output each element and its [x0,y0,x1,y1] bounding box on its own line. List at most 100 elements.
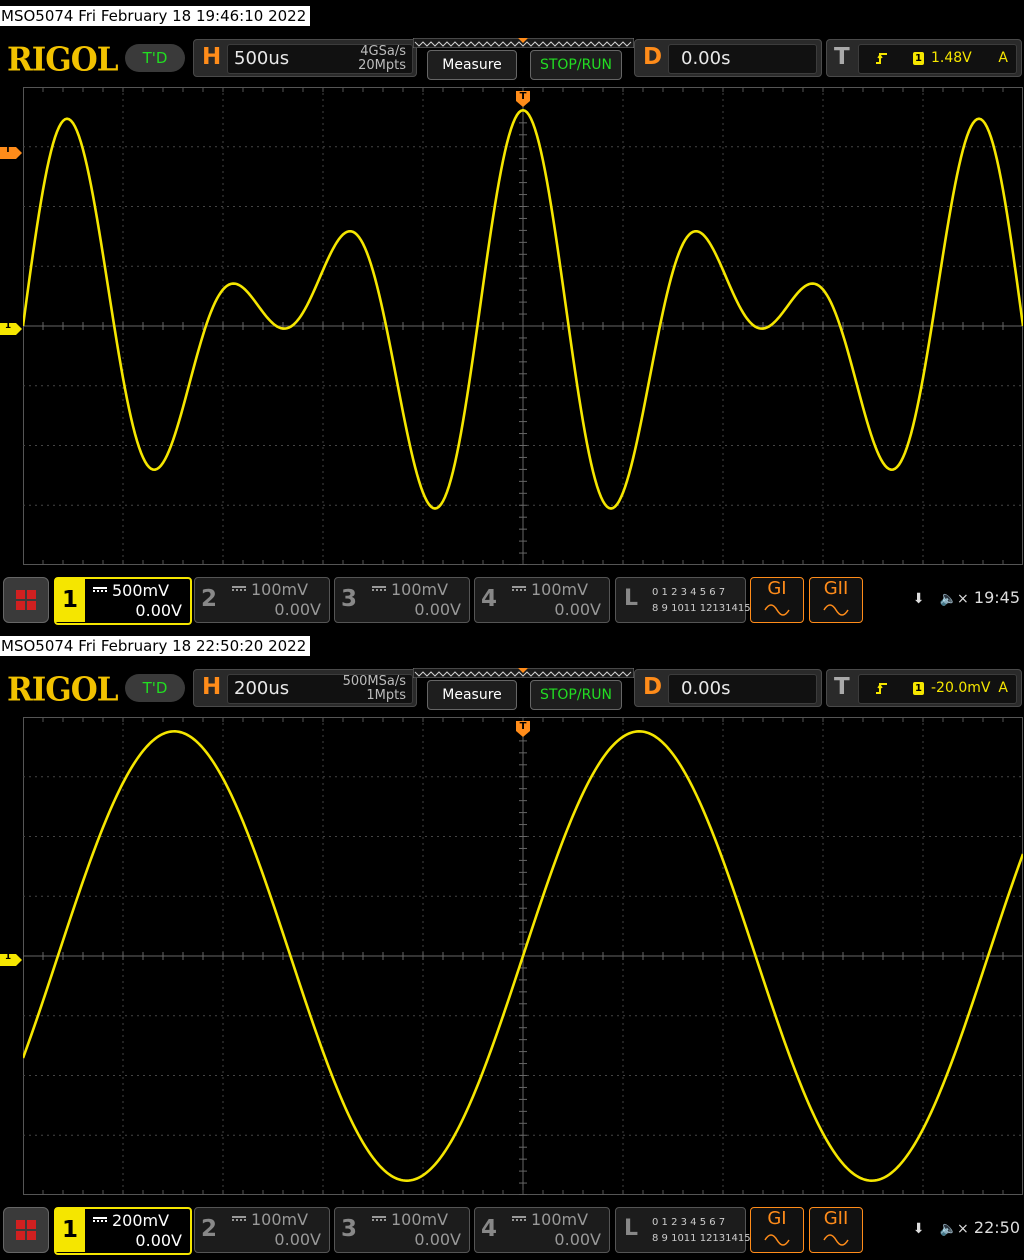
generator-2-label: GII [823,578,849,599]
channel-offset: 0.00V [135,601,182,620]
logic-letter: L [624,1216,639,1241]
memory-depth: 20Mpts [358,58,406,73]
trigger-level: 1.48V [931,50,972,66]
dc-coupling-icon [372,1216,386,1221]
channel-scale: 100mV [251,1210,309,1229]
channel-number: 3 [341,586,358,612]
app-menu-button[interactable] [3,1207,49,1253]
sine-wave-icon [823,1234,849,1246]
rigol-logo: RIGOL [7,41,119,79]
trigger-time-marker[interactable]: T [515,90,531,108]
logic-channels-row-2: 8 9 1011 12131415 [652,1233,751,1244]
horizontal-panel[interactable]: H 500us 4GSa/s 20Mpts [193,39,417,77]
logic-analyzer-panel[interactable]: L 0 1 2 3 4 5 6 7 8 9 1011 12131415 [615,1207,751,1253]
trigger-position-ruler [413,38,634,48]
generator-2-button[interactable]: GII [809,1207,863,1253]
status-area: ⬇ 🔈× 22:50 [913,1218,1020,1237]
trigger-position-ruler [413,668,634,678]
delay-display: 0.00s [668,674,817,704]
trigger-mode: A [998,680,1008,696]
channel-number: 4 [481,586,498,612]
trigger-level-marker[interactable]: T [0,144,22,159]
channel-offset: 0.00V [274,1230,321,1249]
stop-run-button[interactable]: STOP/RUN [530,50,622,80]
trigger-panel[interactable]: T 1 1.48V A [826,39,1022,77]
horizontal-display: 500us 4GSa/s 20Mpts [227,44,413,74]
speaker-muted-icon[interactable]: 🔈× [940,1221,969,1237]
app-menu-button[interactable] [3,577,49,623]
dc-coupling-icon [232,1216,246,1221]
channel-scale: 100mV [391,580,449,599]
channel-2-panel[interactable]: 2 100mV 0.00V [194,1207,330,1253]
channel-1-panel[interactable]: 1 200mV 0.00V [54,1207,192,1255]
logic-channels-row-1: 0 1 2 3 4 5 6 7 [652,587,726,598]
channel-offset: 0.00V [135,1231,182,1250]
channel-1-offset-marker[interactable]: 1 [0,951,22,966]
measure-button[interactable]: Measure [427,680,517,710]
channel-1-panel[interactable]: 1 500mV 0.00V [54,577,192,625]
channel-number: 1 [55,1208,85,1252]
trigger-source-badge: 1 [913,52,924,65]
mode-td-button[interactable]: T'D [125,44,185,72]
delay-value: 0.00s [681,678,731,699]
waveform-plot[interactable] [23,717,1023,1195]
scope-screen-1: MSO5074 Fri February 18 19:46:10 2022 RI… [0,0,1024,630]
trigger-time-marker[interactable]: T [515,720,531,738]
delay-panel[interactable]: D 0.00s [634,39,822,77]
channel-3-panel[interactable]: 3 100mV 0.00V [334,577,470,623]
channel-number: 1 [55,578,85,622]
channel-4-panel[interactable]: 4 100mV 0.00V [474,1207,610,1253]
generator-2-button[interactable]: GII [809,577,863,623]
channel-1-offset-marker-label: 1 [4,321,12,331]
bottom-bar: 1 200mV 0.00V 2 100mV 0.00V 3 100mV 0.00V 4 100mV 0… [0,1204,1024,1255]
sine-wave-icon [764,604,790,616]
channel-offset: 0.00V [414,600,461,619]
top-toolbar: RIGOL T'D H 500us 4GSa/s 20Mpts Measure … [0,36,1024,82]
trigger-panel[interactable]: T 1 -20.0mV A [826,669,1022,707]
speaker-muted-icon[interactable]: 🔈× [940,591,969,607]
usb-icon: ⬇ [912,1221,925,1237]
bottom-bar: 1 500mV 0.00V 2 100mV 0.00V 3 100mV 0.00V 4 100mV 0… [0,574,1024,625]
channel-4-panel[interactable]: 4 100mV 0.00V [474,577,610,623]
delay-value: 0.00s [681,48,731,69]
channel-2-panel[interactable]: 2 100mV 0.00V [194,577,330,623]
dc-coupling-icon [512,1216,526,1221]
screenshot-caption: MSO5074 Fri February 18 22:50:20 2022 [0,636,311,656]
trigger-letter: T [834,674,850,700]
channel-scale: 100mV [391,1210,449,1229]
channel-1-offset-marker[interactable]: 1 [0,320,22,335]
logic-analyzer-panel[interactable]: L 0 1 2 3 4 5 6 7 8 9 1011 12131415 [615,577,751,623]
channel-offset: 0.00V [554,1230,601,1249]
rigol-logo: RIGOL [7,671,119,709]
horizontal-letter: H [202,674,222,700]
channel-1-offset-marker-label: 1 [4,952,12,962]
generator-1-button[interactable]: GI [750,1207,804,1253]
generator-1-label: GI [767,578,787,599]
waveform-plot[interactable] [23,87,1023,565]
trigger-level: -20.0mV [931,680,991,696]
delay-panel[interactable]: D 0.00s [634,669,822,707]
channel-number: 2 [201,586,218,612]
generator-1-button[interactable]: GI [750,577,804,623]
dc-coupling-icon [232,586,246,591]
logic-channels-row-1: 0 1 2 3 4 5 6 7 [652,1217,726,1228]
timebase-value: 200us [234,678,290,699]
memory-depth: 1Mpts [366,688,406,703]
channel-number: 4 [481,1216,498,1242]
channel-3-panel[interactable]: 3 100mV 0.00V [334,1207,470,1253]
top-toolbar: RIGOL T'D H 200us 500MSa/s 1Mpts Measure… [0,666,1024,712]
channel-offset: 0.00V [554,600,601,619]
logic-letter: L [624,586,639,611]
channel-number: 2 [201,1216,218,1242]
rising-edge-icon [876,683,887,694]
trigger-mode: A [998,50,1008,66]
stop-run-button[interactable]: STOP/RUN [530,680,622,710]
logic-channels-row-2: 8 9 1011 12131415 [652,603,751,614]
trigger-time-marker-label: T [519,721,527,732]
trigger-level-marker-label: T [4,145,12,155]
delay-letter: D [643,44,663,70]
horizontal-panel[interactable]: H 200us 500MSa/s 1Mpts [193,669,417,707]
horizontal-display: 200us 500MSa/s 1Mpts [227,674,413,704]
measure-button[interactable]: Measure [427,50,517,80]
mode-td-button[interactable]: T'D [125,674,185,702]
